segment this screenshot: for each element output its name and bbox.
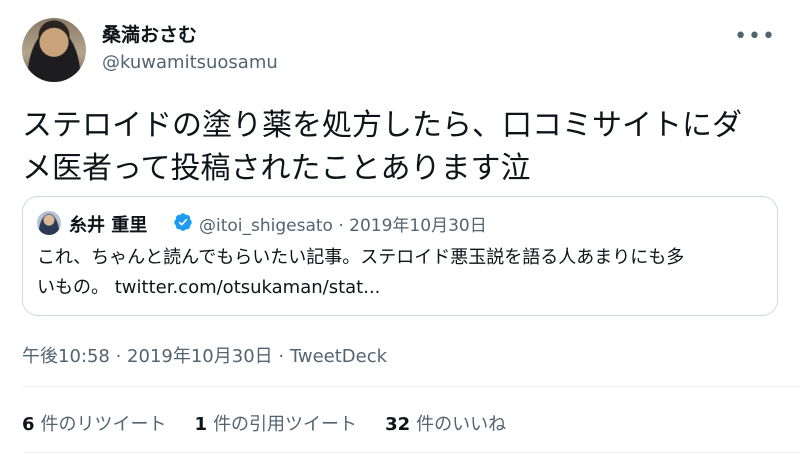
divider [22, 386, 800, 387]
author-name[interactable]: 桑満おさむ [102, 20, 197, 47]
author-avatar[interactable] [22, 18, 86, 82]
tweet-source[interactable]: TweetDeck [290, 346, 387, 367]
tweet-meta: 午後10:58 · 2019年10月30日 · TweetDeck [22, 342, 387, 368]
retweets-stat[interactable]: 6 件のリツイート [22, 410, 167, 436]
retweets-label: 件のリツイート [40, 414, 167, 435]
quoted-tweet[interactable]: 糸井 重里 @itoi_shigesato · 2019年10月30日 これ、ち… [22, 196, 778, 316]
quoted-handle-date: @itoi_shigesato · 2019年10月30日 [199, 216, 487, 236]
quotes-stat[interactable]: 1 件の引用ツイート [195, 410, 358, 436]
quoted-link[interactable]: twitter.com/otsukaman/stat... [115, 277, 381, 298]
tweet-text: ステロイドの塗り薬を処方したら、口コミサイトにダ メ医者って投稿されたことありま… [22, 104, 762, 190]
tweet-stats: 6 件のリツイート 1 件の引用ツイート 32 件のいいね [22, 410, 506, 436]
quotes-count: 1 [194, 414, 208, 435]
tweet-text-line: メ医者って投稿されたことあります泣 [22, 151, 531, 186]
author-handle[interactable]: @kuwamitsuosamu [102, 52, 278, 73]
retweets-count: 6 [22, 414, 35, 435]
tweet-timestamp[interactable]: 午後10:58 · 2019年10月30日 · [22, 346, 290, 367]
quoted-text-prefix: いもの。 [37, 277, 115, 298]
quoted-author-avatar [37, 211, 61, 235]
verified-badge-icon [174, 213, 192, 231]
more-icon[interactable]: ••• [734, 26, 776, 48]
quoted-text-line: いもの。 twitter.com/otsukaman/stat... [37, 273, 767, 303]
likes-label: 件のいいね [416, 414, 507, 435]
likes-count: 32 [385, 414, 411, 435]
quoted-tweet-text: これ、ちゃんと読んでもらいたい記事。ステロイド悪玉説を語る人あまりにも多 いもの… [37, 243, 767, 303]
divider [22, 452, 800, 453]
quotes-label: 件の引用ツイート [213, 414, 358, 435]
quoted-author-name: 糸井 重里 [69, 215, 148, 236]
likes-stat[interactable]: 32 件のいいね [385, 410, 506, 436]
quoted-text-line: これ、ちゃんと読んでもらいたい記事。ステロイド悪玉説を語る人あまりにも多 [37, 247, 685, 268]
tweet-text-line: ステロイドの塗り薬を処方したら、口コミサイトにダ [22, 108, 742, 143]
